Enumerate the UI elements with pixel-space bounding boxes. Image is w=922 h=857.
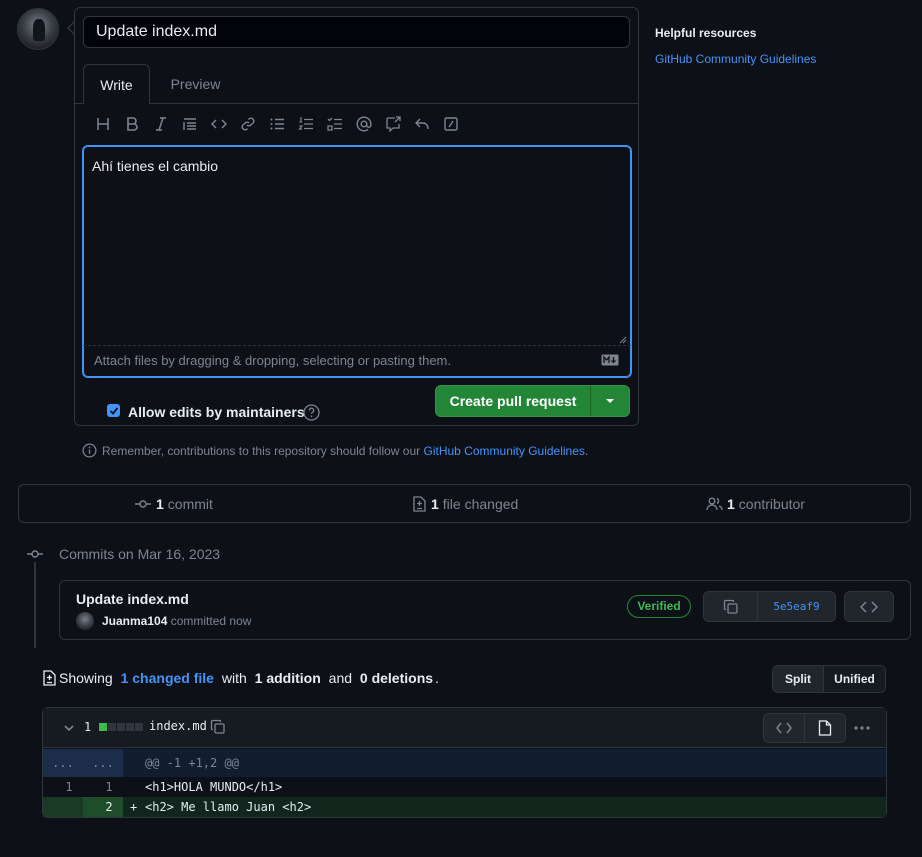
chevron-down-icon[interactable] [62, 721, 76, 735]
commits-summary[interactable]: 1 commit [134, 496, 213, 512]
resize-handle-icon[interactable] [617, 334, 627, 344]
verified-badge[interactable]: Verified [627, 595, 691, 618]
attach-files-hint[interactable]: Attach files by dragging & dropping, sel… [94, 353, 451, 368]
helpful-resources-title: Helpful resources [655, 26, 757, 40]
slash-command-icon[interactable] [436, 112, 465, 136]
diff-file-view-buttons [763, 713, 846, 743]
guidelines-link[interactable]: GitHub Community Guidelines [424, 444, 585, 458]
rich-view-button[interactable] [805, 714, 845, 742]
question-icon[interactable] [303, 404, 320, 421]
unified-view-button[interactable]: Unified [824, 666, 885, 692]
commit-actions: 5e5eaf9 [703, 591, 836, 622]
git-commit-icon [27, 546, 43, 562]
code-icon [860, 600, 878, 613]
hunk-range: @@ -1 +1,2 @@ [145, 756, 239, 770]
kebab-horizontal-icon[interactable] [852, 718, 872, 738]
diff-line-addition: 2 + <h2> Me llamo Juan <h2> [43, 797, 886, 817]
comment-body-text[interactable]: Ahí tienes el cambio [92, 158, 218, 174]
code-icon [776, 722, 792, 734]
triangle-down-icon [606, 399, 614, 403]
diffstat-bars [99, 723, 143, 731]
split-view-button[interactable]: Split [773, 666, 824, 692]
diff-file-name[interactable]: index.md [149, 719, 207, 733]
ordered-list-icon[interactable] [291, 112, 320, 136]
link-icon[interactable] [233, 112, 262, 136]
changed-files-link[interactable]: 1 changed file [121, 670, 214, 686]
code-icon[interactable] [204, 112, 233, 136]
pr-title-input[interactable] [83, 16, 630, 48]
file-icon [818, 720, 832, 736]
bold-icon[interactable] [117, 112, 146, 136]
guidelines-notice-text: Remember, contributions to this reposito… [102, 443, 589, 458]
create-pull-request-button[interactable]: Create pull request [435, 385, 591, 417]
allow-edits-checkbox[interactable] [107, 404, 120, 417]
people-icon [706, 497, 723, 511]
commit-title-link[interactable]: Update index.md [76, 591, 189, 607]
mention-icon[interactable] [349, 112, 378, 136]
commits-date-heading: Commits on Mar 16, 2023 [59, 546, 221, 562]
diff-line-context: 1 1 <h1>HOLA MUNDO</h1> [43, 777, 886, 797]
commit-author-avatar[interactable] [76, 612, 94, 630]
heading-icon[interactable] [88, 112, 117, 136]
comment-textarea[interactable] [82, 145, 632, 378]
diff-stats-line: Showing 1 changed file with 1 addition a… [42, 670, 439, 686]
copy-sha-button[interactable] [704, 592, 758, 621]
user-avatar [17, 8, 59, 50]
expand-up-button[interactable]: ... [43, 749, 83, 777]
community-guidelines-link[interactable]: GitHub Community Guidelines [655, 52, 816, 66]
commit-author-link[interactable]: Juanma104 [102, 614, 167, 628]
italic-icon[interactable] [146, 112, 175, 136]
addition-sign: + [130, 800, 138, 814]
browse-repo-button[interactable] [844, 591, 894, 622]
copy-icon [723, 599, 738, 614]
commit-meta: Juanma104 committed now [102, 614, 252, 628]
tab-write[interactable]: Write [83, 64, 150, 104]
diff-view-toggle: Split Unified [772, 665, 886, 693]
new-line-number[interactable]: 2 [89, 797, 129, 817]
expand-down-button[interactable]: ... [83, 749, 123, 777]
task-list-icon[interactable] [320, 112, 349, 136]
markdown-toolbar [88, 112, 465, 136]
quote-icon[interactable] [175, 112, 204, 136]
unordered-list-icon[interactable] [262, 112, 291, 136]
contributors-summary[interactable]: 1 contributor [706, 496, 805, 512]
create-pr-dropdown-button[interactable] [590, 385, 630, 417]
guidelines-notice: Remember, contributions to this reposito… [82, 443, 588, 458]
old-line-number[interactable]: 1 [49, 777, 89, 797]
new-line-number[interactable]: 1 [89, 777, 129, 797]
code-line: <h1>HOLA MUNDO</h1> [145, 780, 283, 794]
file-diff-icon [413, 496, 426, 512]
reference-icon[interactable] [378, 112, 407, 136]
copy-path-icon[interactable] [210, 719, 226, 735]
source-view-button[interactable] [764, 714, 805, 742]
commit-sha-link[interactable]: 5e5eaf9 [758, 592, 835, 621]
diff-line-count: 1 [84, 720, 92, 734]
commit-icon [135, 500, 151, 508]
tab-preview[interactable]: Preview [158, 64, 233, 104]
files-changed-summary[interactable]: 1 file changed [412, 496, 518, 512]
info-icon [82, 443, 97, 458]
code-line: <h2> Me llamo Juan <h2> [145, 800, 312, 814]
attach-divider [83, 345, 631, 346]
allow-edits-label[interactable]: Allow edits by maintainers [128, 404, 305, 420]
file-diff-icon [43, 670, 56, 686]
markdown-icon [601, 354, 619, 366]
reply-icon[interactable] [407, 112, 436, 136]
